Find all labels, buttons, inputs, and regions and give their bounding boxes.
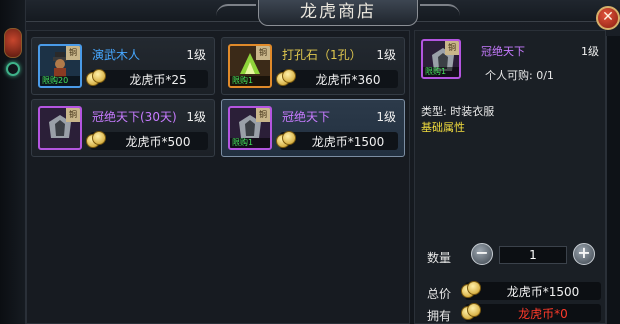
plus-icon: + xyxy=(577,243,591,262)
item-price: 龙虎币*500 xyxy=(125,135,191,149)
jade-ring-icon xyxy=(6,62,20,76)
price-row: 龙虎币*500 xyxy=(86,131,208,150)
detail-item-name: 冠绝天下 xyxy=(481,45,525,58)
item-level: 1级 xyxy=(376,48,396,62)
owned-row: 龙虎币*0 xyxy=(461,303,601,322)
item-icon-frame: 铜 限购20 xyxy=(38,44,82,88)
item-name: 打孔石（1孔） xyxy=(282,48,362,62)
item-price: 龙虎币*25 xyxy=(129,73,187,87)
owned-value: 龙虎币*0 xyxy=(518,307,568,321)
price-row: 龙虎币*360 xyxy=(276,69,398,88)
price-row: 龙虎币*1500 xyxy=(276,131,398,150)
item-name: 演武木人 xyxy=(92,48,141,62)
item-name: 冠绝天下 xyxy=(282,110,331,124)
grade-tag: 铜 xyxy=(66,108,80,122)
item-list: 铜 限购20 演武木人 1级 龙虎币*25 铜 限购1 打孔石（1孔） 1级 龙… xyxy=(26,30,410,324)
quantity-label: 数量 xyxy=(427,251,452,265)
total-price-row: 龙虎币*1500 xyxy=(461,281,601,300)
item-icon-frame: 铜 限购1 xyxy=(228,44,272,88)
item-price: 龙虎币*1500 xyxy=(311,135,385,149)
coin-icon xyxy=(461,302,483,322)
detail-item-level: 1级 xyxy=(581,45,599,58)
item-card-dakong-shi[interactable]: 铜 限购1 打孔石（1孔） 1级 龙虎币*360 xyxy=(221,37,405,95)
total-price-value: 龙虎币*1500 xyxy=(506,285,580,299)
minus-icon: − xyxy=(475,243,489,262)
grade-tag: 铜 xyxy=(256,108,270,122)
title-plate: 龙虎商店 xyxy=(258,0,418,26)
total-price-label: 总价 xyxy=(427,287,452,301)
base-attributes-header: 基础属性 xyxy=(421,121,465,134)
shop-window: 龙虎商店 ✕ 铜 限购20 演武木人 1级 龙虎币*25 铜 限购1 打孔石（1… xyxy=(0,0,620,324)
decrease-quantity-button[interactable]: − xyxy=(471,243,493,265)
item-name: 冠绝天下(30天) xyxy=(92,110,177,124)
owned-label: 拥有 xyxy=(427,309,452,323)
item-level: 1级 xyxy=(186,48,206,62)
right-border xyxy=(606,36,620,324)
grade-tag: 铜 xyxy=(256,46,270,60)
close-button[interactable]: ✕ xyxy=(596,6,620,30)
item-card-guanjue[interactable]: 铜 限购1 冠绝天下 1级 龙虎币*1500 xyxy=(221,99,405,157)
title-bar: 龙虎商店 xyxy=(26,0,620,26)
title-ornament-right xyxy=(420,4,460,16)
item-detail-panel: 铜 限购1 冠绝天下 1级 个人可购: 0/1 类型: 时装衣服 基础属性 数量… xyxy=(414,30,606,324)
item-level: 1级 xyxy=(376,110,396,124)
limit-tag: 限购1 xyxy=(423,67,459,77)
coin-icon xyxy=(461,280,483,300)
coin-icon xyxy=(86,130,108,150)
item-icon-frame: 铜 限购1 xyxy=(228,106,272,150)
detail-item-icon-frame: 铜 限购1 xyxy=(421,39,461,79)
coin-icon xyxy=(276,130,298,150)
close-icon: ✕ xyxy=(602,9,614,25)
coin-icon xyxy=(276,68,298,88)
coin-icon xyxy=(86,68,108,88)
grade-tag: 铜 xyxy=(66,46,80,60)
limit-tag: 限购1 xyxy=(230,138,270,148)
item-card-yanwu-muren[interactable]: 铜 限购20 演武木人 1级 龙虎币*25 xyxy=(31,37,215,95)
increase-quantity-button[interactable]: + xyxy=(573,243,595,265)
left-decoration xyxy=(0,0,26,324)
purchase-limit: 个人可购: 0/1 xyxy=(485,69,554,82)
item-type: 类型: 时装衣服 xyxy=(421,105,495,118)
quantity-field[interactable]: 1 xyxy=(499,246,567,264)
window-title: 龙虎商店 xyxy=(300,2,376,22)
grade-tag: 铜 xyxy=(445,41,459,55)
limit-tag: 限购1 xyxy=(230,76,270,86)
item-icon-frame: 铜 xyxy=(38,106,82,150)
lantern-icon xyxy=(4,28,22,58)
item-card-guanjue-30d[interactable]: 铜 冠绝天下(30天) 1级 龙虎币*500 xyxy=(31,99,215,157)
price-row: 龙虎币*25 xyxy=(86,69,208,88)
limit-tag: 限购20 xyxy=(40,76,80,86)
item-level: 1级 xyxy=(186,110,206,124)
item-price: 龙虎币*360 xyxy=(315,73,381,87)
title-ornament-left xyxy=(216,4,256,16)
